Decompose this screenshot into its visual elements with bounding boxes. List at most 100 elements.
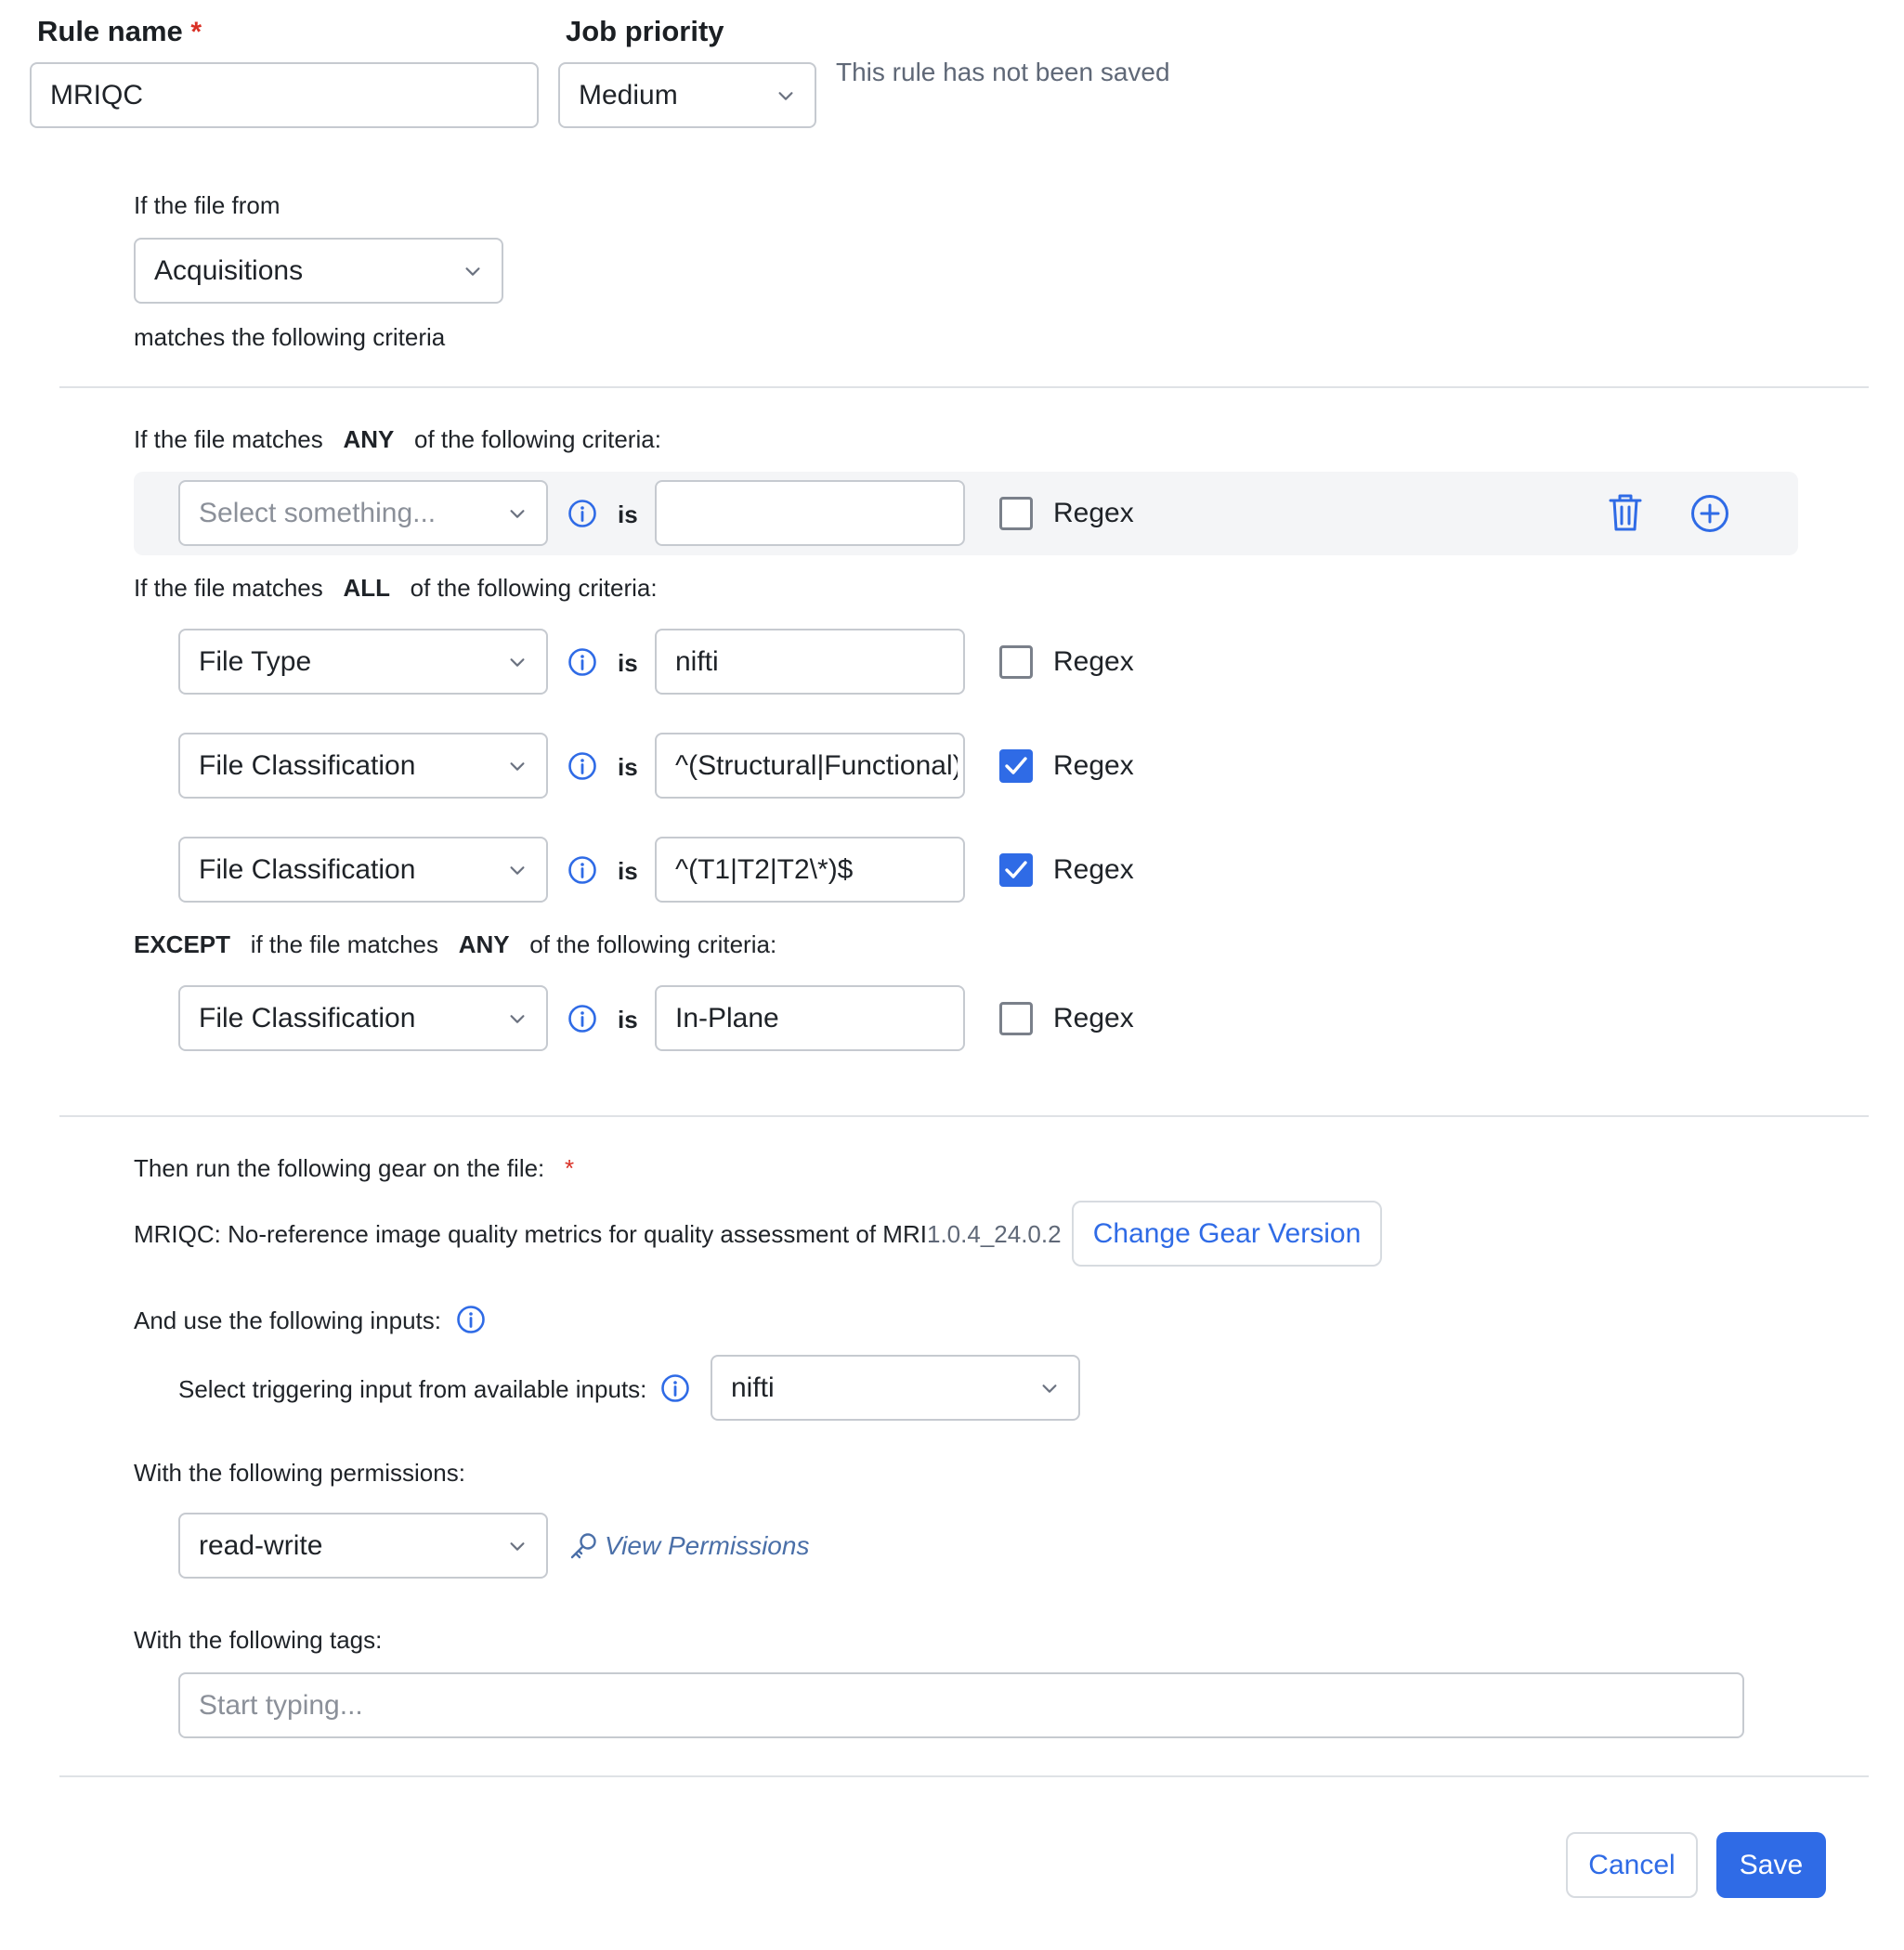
- any-prefix: If the file matches: [134, 425, 323, 453]
- all-field-value: File Classification: [199, 749, 416, 781]
- any-section-heading: If the file matches ANY of the following…: [134, 425, 661, 454]
- chevron-down-icon: [510, 509, 525, 518]
- is-label: is: [618, 500, 638, 528]
- plus-circle-icon[interactable]: [1690, 494, 1729, 533]
- except-keyword: EXCEPT: [134, 930, 231, 958]
- permissions-label: With the following permissions:: [134, 1459, 465, 1487]
- source-label: If the file from: [134, 191, 280, 219]
- gear-version: 1.0.4_24.0.2: [927, 1220, 1062, 1248]
- regex-label: Regex: [1053, 646, 1134, 677]
- except-section-heading: EXCEPT if the file matches ANY of the fo…: [134, 930, 776, 959]
- all-value: ^(T1|T2|T2\*)$: [675, 853, 854, 885]
- view-permissions-label: View Permissions: [605, 1531, 810, 1560]
- all-field-value: File Classification: [199, 853, 416, 885]
- gear-label-text: Then run the following gear on the file:: [134, 1154, 545, 1182]
- chevron-down-icon: [1042, 1384, 1057, 1393]
- info-icon[interactable]: [567, 1004, 597, 1034]
- source-select[interactable]: Acquisitions: [134, 238, 503, 304]
- change-gear-version-button[interactable]: Change Gear Version: [1072, 1201, 1382, 1267]
- any-suffix: of the following criteria:: [414, 425, 661, 453]
- trigger-input-label: Select triggering input from available i…: [178, 1375, 647, 1403]
- except-value-input[interactable]: In-Plane: [655, 985, 965, 1051]
- permissions-select[interactable]: read-write: [178, 1513, 548, 1579]
- info-icon[interactable]: [660, 1373, 690, 1403]
- view-permissions-link[interactable]: View Permissions: [567, 1530, 809, 1562]
- except-field-select[interactable]: File Classification: [178, 985, 548, 1051]
- except-any-keyword: ANY: [458, 930, 510, 958]
- any-field-placeholder: Select something...: [199, 497, 437, 528]
- rule-name-label: Rule name *: [37, 15, 202, 48]
- divider: [59, 1115, 1869, 1117]
- except-value: In-Plane: [675, 1002, 779, 1034]
- cancel-label: Cancel: [1588, 1849, 1676, 1880]
- any-keyword: ANY: [343, 425, 395, 453]
- except-prefix: if the file matches: [250, 930, 439, 958]
- source-suffix: matches the following criteria: [134, 323, 446, 351]
- gear-label: Then run the following gear on the file:…: [134, 1154, 574, 1183]
- job-priority-value: Medium: [579, 79, 678, 110]
- all-field-select[interactable]: File Classification: [178, 837, 548, 903]
- chevron-down-icon: [510, 1541, 525, 1551]
- required-marker: *: [190, 17, 202, 47]
- all-keyword: ALL: [343, 574, 390, 602]
- chevron-down-icon: [778, 91, 793, 100]
- inputs-label: And use the following inputs:: [134, 1306, 441, 1334]
- regex-label: Regex: [1053, 498, 1134, 528]
- job-priority-label: Job priority: [566, 15, 724, 47]
- all-field-select[interactable]: File Classification: [178, 733, 548, 799]
- except-field-value: File Classification: [199, 1002, 416, 1034]
- info-icon[interactable]: [456, 1305, 486, 1334]
- all-value-input[interactable]: ^(Structural|Functional)$: [655, 733, 965, 799]
- all-field-value: File Type: [199, 645, 312, 677]
- info-icon[interactable]: [567, 751, 597, 781]
- trash-icon[interactable]: [1607, 492, 1644, 533]
- chevron-down-icon: [510, 865, 525, 875]
- is-label: is: [618, 857, 638, 885]
- save-button[interactable]: Save: [1716, 1832, 1826, 1898]
- cancel-button[interactable]: Cancel: [1566, 1832, 1698, 1898]
- except-suffix: of the following criteria:: [529, 930, 777, 958]
- all-prefix: If the file matches: [134, 574, 323, 602]
- divider: [59, 386, 1869, 388]
- regex-checkbox[interactable]: [999, 497, 1033, 530]
- tags-input[interactable]: Start typing...: [178, 1672, 1744, 1738]
- regex-label: Regex: [1053, 1003, 1134, 1034]
- tags-placeholder: Start typing...: [199, 1689, 363, 1721]
- rule-name-label-text: Rule name: [37, 15, 183, 47]
- permissions-value: read-write: [199, 1529, 323, 1561]
- is-label: is: [618, 1006, 638, 1034]
- divider: [59, 1775, 1869, 1777]
- required-marker: *: [564, 1154, 575, 1182]
- all-value-input[interactable]: nifti: [655, 629, 965, 695]
- trigger-input-select[interactable]: nifti: [711, 1355, 1080, 1421]
- regex-checkbox[interactable]: [999, 645, 1033, 679]
- key-icon: [570, 1533, 596, 1559]
- regex-checkbox[interactable]: [999, 749, 1033, 783]
- source-value: Acquisitions: [154, 254, 304, 286]
- info-icon[interactable]: [567, 855, 597, 885]
- tags-label: With the following tags:: [134, 1626, 383, 1654]
- all-value-input[interactable]: ^(T1|T2|T2\*)$: [655, 837, 965, 903]
- job-priority-select[interactable]: Medium: [558, 62, 816, 128]
- all-value: nifti: [675, 645, 719, 677]
- info-icon[interactable]: [567, 499, 597, 528]
- rule-name-input[interactable]: MRIQC: [30, 62, 539, 128]
- all-value: ^(Structural|Functional)$: [675, 749, 958, 781]
- trigger-input-value: nifti: [731, 1372, 775, 1403]
- chevron-down-icon: [465, 266, 480, 276]
- all-field-select[interactable]: File Type: [178, 629, 548, 695]
- rule-name-value: MRIQC: [50, 79, 143, 110]
- regex-checkbox[interactable]: [999, 853, 1033, 887]
- unsaved-notice: This rule has not been saved: [836, 58, 1170, 86]
- chevron-down-icon: [510, 1014, 525, 1023]
- info-icon[interactable]: [567, 647, 597, 677]
- chevron-down-icon: [510, 761, 525, 771]
- is-label: is: [618, 649, 638, 677]
- any-value-input[interactable]: [655, 480, 965, 546]
- check-icon: [1005, 861, 1027, 878]
- any-field-select[interactable]: Select something...: [178, 480, 548, 546]
- gear-name: MRIQC: No-reference image quality metric…: [134, 1220, 927, 1248]
- regex-label: Regex: [1053, 854, 1134, 885]
- regex-label: Regex: [1053, 750, 1134, 781]
- regex-checkbox[interactable]: [999, 1002, 1033, 1035]
